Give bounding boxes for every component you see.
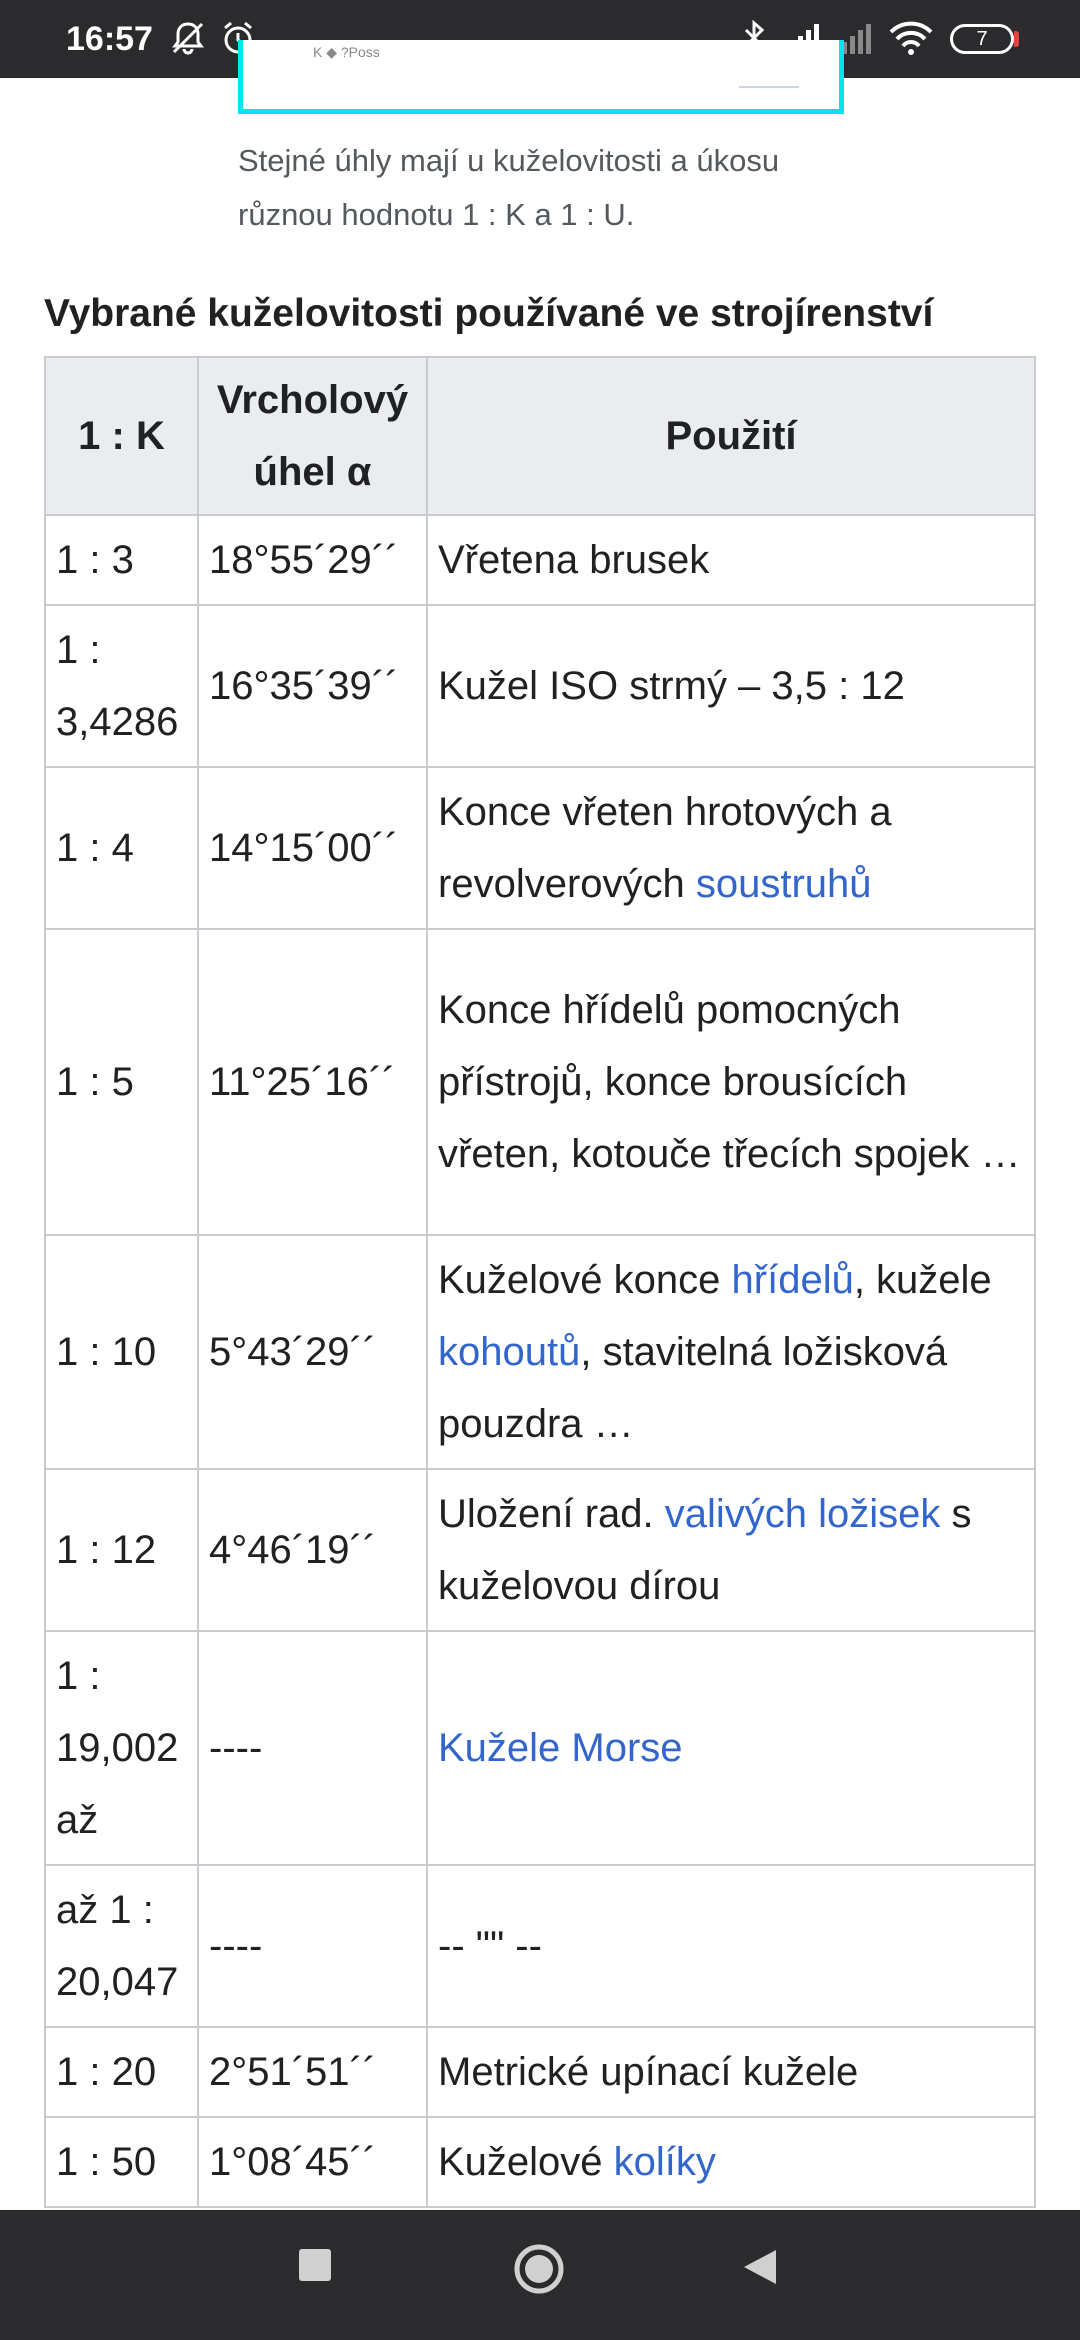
figure-caption: Stejné úhly mají u kuželovitosti a úkosu… [238,143,780,232]
cell-ratio: 1 : 50 [44,2116,199,2208]
cell-angle: ---- [197,1864,428,2028]
cell-use: -- "" -- [426,1864,1036,2028]
use-text: -- "" -- [438,1924,542,1968]
taper-table: 1 : K Vrcholový úhel α Použití 1 : 3 18°5… [44,356,1036,2208]
cell-angle: 2°51´51´´ [197,2026,428,2118]
cell-angle: 18°55´29´´ [197,514,428,606]
status-time: 16:57 [66,20,153,58]
back-button[interactable] [742,2248,778,2286]
cell-use: Konce vřeten hrotových a revolverových s… [426,766,1036,930]
wiki-link[interactable]: Kužele Morse [438,1726,683,1770]
cell-use: Kuželové kolíky [426,2116,1036,2208]
use-text: Kuželové [438,2140,614,2184]
use-text: , kužele [853,1258,992,1302]
figure-image-text: K ◆ ?Poss [313,44,380,60]
table-row: 1 : 50 1°08´45´´ Kuželové kolíky [44,2116,1036,2208]
wiki-link[interactable]: kohoutů [438,1330,580,1374]
cell-use: Vřetena brusek [426,514,1036,606]
column-header-use: Použití [426,356,1036,516]
table-header-row: 1 : K Vrcholový úhel α Použití [44,356,1036,516]
table-heading: Vybrané kuželovitosti používané ve stroj… [44,292,934,335]
figure-image-line [739,86,799,88]
cell-ratio: 1 : 10 [44,1234,199,1470]
cell-use: Metrické upínací kužele [426,2026,1036,2118]
wiki-link[interactable]: soustruhů [696,862,872,906]
table-row: 1 : 4 14°15´00´´ Konce vřeten hrotových a … [44,766,1036,930]
cell-ratio: 1 : 20 [44,2026,199,2118]
use-text: Uložení rad. [438,1492,665,1536]
cell-angle: 14°15´00´´ [197,766,428,930]
cell-use: Kužel ISO strmý – 3,5 : 12 [426,604,1036,768]
wiki-link[interactable]: kolíky [614,2140,716,2184]
cell-use: Kužele Morse [426,1630,1036,1866]
table-row: až 1 : 20,047 ---- -- "" -- [44,1864,1036,2028]
cell-angle: 16°35´39´´ [197,604,428,768]
cell-angle: 5°43´29´´ [197,1234,428,1470]
use-text: Kuželové konce [438,1258,732,1302]
cell-ratio: 1 : 3,4286 [44,604,199,768]
table-row: 1 : 3 18°55´29´´ Vřetena brusek [44,514,1036,606]
cell-angle: ---- [197,1630,428,1866]
home-button[interactable] [512,2242,566,2296]
column-header-k: 1 : K [44,356,199,516]
cell-use: Uložení rad. valivých ložisek s kuželovo… [426,1468,1036,1632]
cell-angle: 4°46´19´´ [197,1468,428,1632]
cell-ratio: 1 : 3 [44,514,199,606]
table-row: 1 : 10 5°43´29´´ Kuželové konce hřídelů, k… [44,1234,1036,1470]
column-header-angle-label: Vrcholový úhel α [216,378,409,494]
wiki-link[interactable]: valivých ložisek [665,1492,941,1536]
wifi-icon [889,21,933,55]
battery-icon: 7 [950,24,1014,54]
cell-ratio: 1 : 12 [44,1468,199,1632]
use-text: Kužel ISO strmý – 3,5 : 12 [438,664,905,708]
use-text: Metrické upínací kužele [438,2050,859,2094]
table-row: 1 : 19,002 až ---- Kužele Morse [44,1630,1036,1866]
figure-image[interactable]: K ◆ ?Poss [238,40,844,114]
cell-use: Kuželové konce hřídelů, kužele kohoutů, … [426,1234,1036,1470]
cell-use: Konce hřídelů pomocných přístrojů, konce… [426,928,1036,1236]
column-header-angle: Vrcholový úhel α [197,356,428,516]
cell-angle: 11°25´16´´ [197,928,428,1236]
use-text: Vřetena brusek [438,538,710,582]
cell-ratio: 1 : 4 [44,766,199,930]
table-row: 1 : 20 2°51´51´´ Metrické upínací kužele [44,2026,1036,2118]
table-row: 1 : 5 11°25´16´´ Konce hřídelů pomocných p… [44,928,1036,1236]
cell-angle: 1°08´45´´ [197,2116,428,2208]
navigation-bar [0,2210,1080,2340]
table-row: 1 : 12 4°46´19´´ Uložení rad. valivých lož… [44,1468,1036,1632]
recent-apps-button[interactable] [298,2248,332,2282]
table-row: 1 : 3,4286 16°35´39´´ Kužel ISO strmý – 3,… [44,604,1036,768]
cell-ratio: až 1 : 20,047 [44,1864,199,2028]
cell-ratio: 1 : 19,002 až [44,1630,199,1866]
cell-ratio: 1 : 5 [44,928,199,1236]
bell-off-icon [172,22,204,55]
battery-low-indicator [1014,31,1019,47]
use-text: Konce hřídelů pomocných přístrojů, konce… [438,988,1021,1176]
wiki-link[interactable]: hřídelů [732,1258,854,1302]
